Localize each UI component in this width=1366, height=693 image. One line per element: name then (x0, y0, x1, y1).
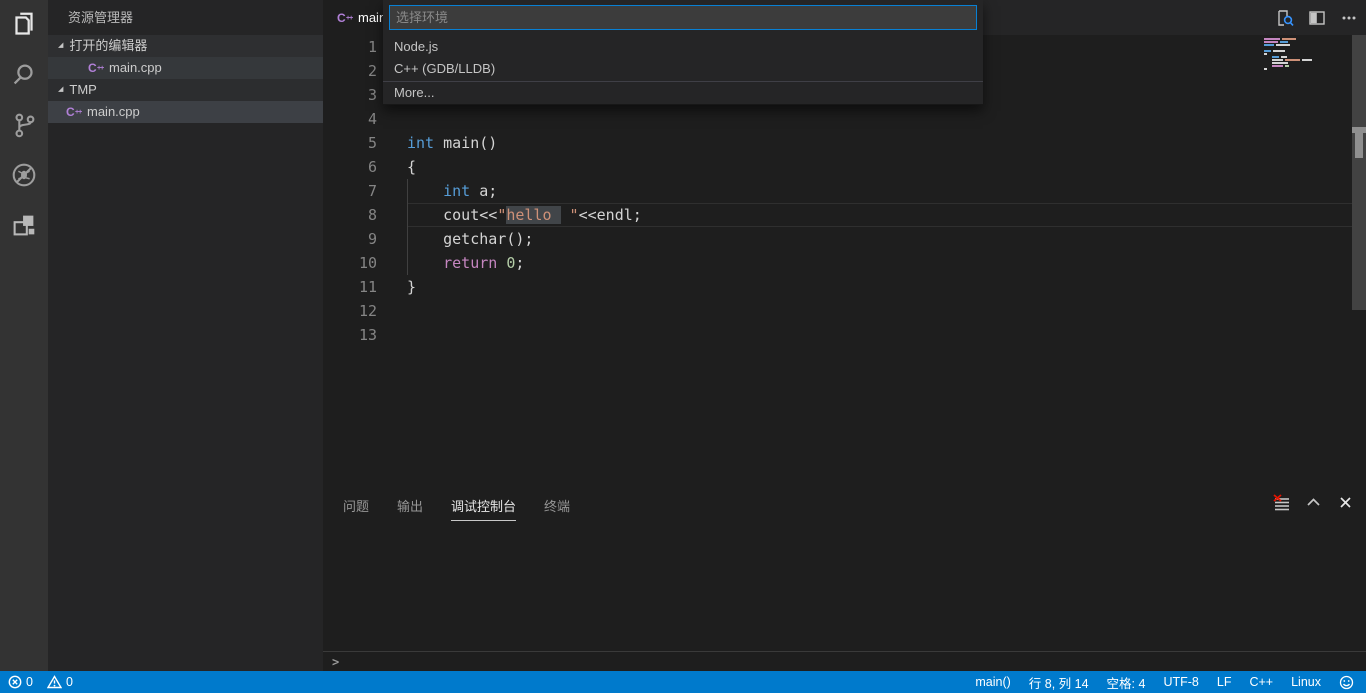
editor-scrollbar[interactable] (1352, 35, 1366, 310)
indent-guide (407, 179, 408, 275)
more-actions-icon[interactable] (1340, 9, 1358, 27)
error-count: 0 (26, 675, 33, 689)
status-encoding[interactable]: UTF-8 (1163, 675, 1198, 689)
debug-icon (9, 160, 39, 190)
status-eol[interactable]: LF (1217, 675, 1232, 689)
status-language[interactable]: C++ (1249, 675, 1273, 689)
folder-tmp-header[interactable]: ◢ TMP (48, 79, 323, 101)
warning-icon (47, 675, 62, 689)
files-icon (9, 10, 39, 40)
status-symbol[interactable]: main() (975, 675, 1010, 689)
status-bar: 0 0 main() 行 8, 列 14 空格: 4 UTF-8 LF C++ … (0, 671, 1366, 693)
explorer-sidebar: 资源管理器 ◢ 打开的编辑器 main.cpp ◢ TMP main.cpp (48, 0, 323, 671)
status-bar-right: main() 行 8, 列 14 空格: 4 UTF-8 LF C++ Linu… (957, 673, 1366, 692)
extensions-icon (9, 210, 39, 240)
open-editors-header[interactable]: ◢ 打开的编辑器 (48, 35, 323, 57)
sidebar-item-explorer[interactable] (0, 0, 48, 50)
editor-actions (1276, 0, 1358, 35)
panel-tabs: 问题 输出 调试控制台 终端 (323, 487, 1366, 521)
split-editor-icon[interactable] (1308, 9, 1326, 27)
bottom-panel: 问题 输出 调试控制台 终端 > (323, 487, 1366, 671)
quick-pick-dropdown: Node.js C++ (GDB/LLDB) More... (383, 0, 983, 105)
problems-status[interactable]: 0 0 (0, 675, 73, 689)
status-cursor-position[interactable]: 行 8, 列 14 (1029, 673, 1089, 692)
quick-pick-item-nodejs[interactable]: Node.js (383, 36, 983, 58)
cpp-file-icon (88, 60, 104, 76)
quick-pick-item-more[interactable]: More... (383, 81, 983, 103)
sidebar-title: 资源管理器 (48, 0, 323, 35)
sidebar-item-extensions[interactable] (0, 200, 48, 250)
sidebar-item-source-control[interactable] (0, 100, 48, 150)
scrollbar-thumb[interactable] (1355, 133, 1363, 158)
file-main-cpp[interactable]: main.cpp (48, 101, 323, 123)
debug-console-input[interactable]: > (323, 651, 1366, 671)
status-indentation[interactable]: 空格: 4 (1107, 673, 1146, 692)
quick-pick-item-cpp-gdb-lldb[interactable]: C++ (GDB/LLDB) (383, 58, 983, 80)
maximize-panel-icon[interactable] (1305, 494, 1322, 511)
minimap[interactable] (1264, 38, 1352, 71)
search-icon (9, 60, 39, 90)
environment-select-input[interactable] (389, 5, 977, 30)
activity-bar (0, 0, 48, 671)
sidebar-item-debug[interactable] (0, 150, 48, 200)
tab-terminal[interactable]: 终端 (544, 496, 570, 521)
warning-count: 0 (66, 675, 73, 689)
status-os[interactable]: Linux (1291, 675, 1321, 689)
sidebar-item-search[interactable] (0, 50, 48, 100)
twisty-expanded-icon: ◢ (58, 79, 63, 101)
open-editor-main-cpp[interactable]: main.cpp (48, 57, 323, 79)
clear-console-icon[interactable] (1273, 494, 1290, 511)
error-icon (8, 675, 22, 689)
quick-pick-input-wrap (383, 0, 983, 36)
cpp-file-icon (337, 10, 353, 26)
tab-problems[interactable]: 问题 (343, 496, 369, 521)
panel-actions (1273, 494, 1354, 511)
close-panel-icon[interactable] (1337, 494, 1354, 511)
twisty-expanded-icon: ◢ (58, 35, 63, 57)
cpp-file-icon (66, 104, 82, 120)
tab-output[interactable]: 输出 (397, 496, 423, 521)
tab-debug-console[interactable]: 调试控制台 (451, 496, 516, 521)
open-preview-icon[interactable] (1276, 9, 1294, 27)
source-control-icon (9, 110, 39, 140)
repl-prompt-icon: > (323, 655, 339, 669)
feedback-smiley-icon[interactable] (1339, 675, 1354, 690)
